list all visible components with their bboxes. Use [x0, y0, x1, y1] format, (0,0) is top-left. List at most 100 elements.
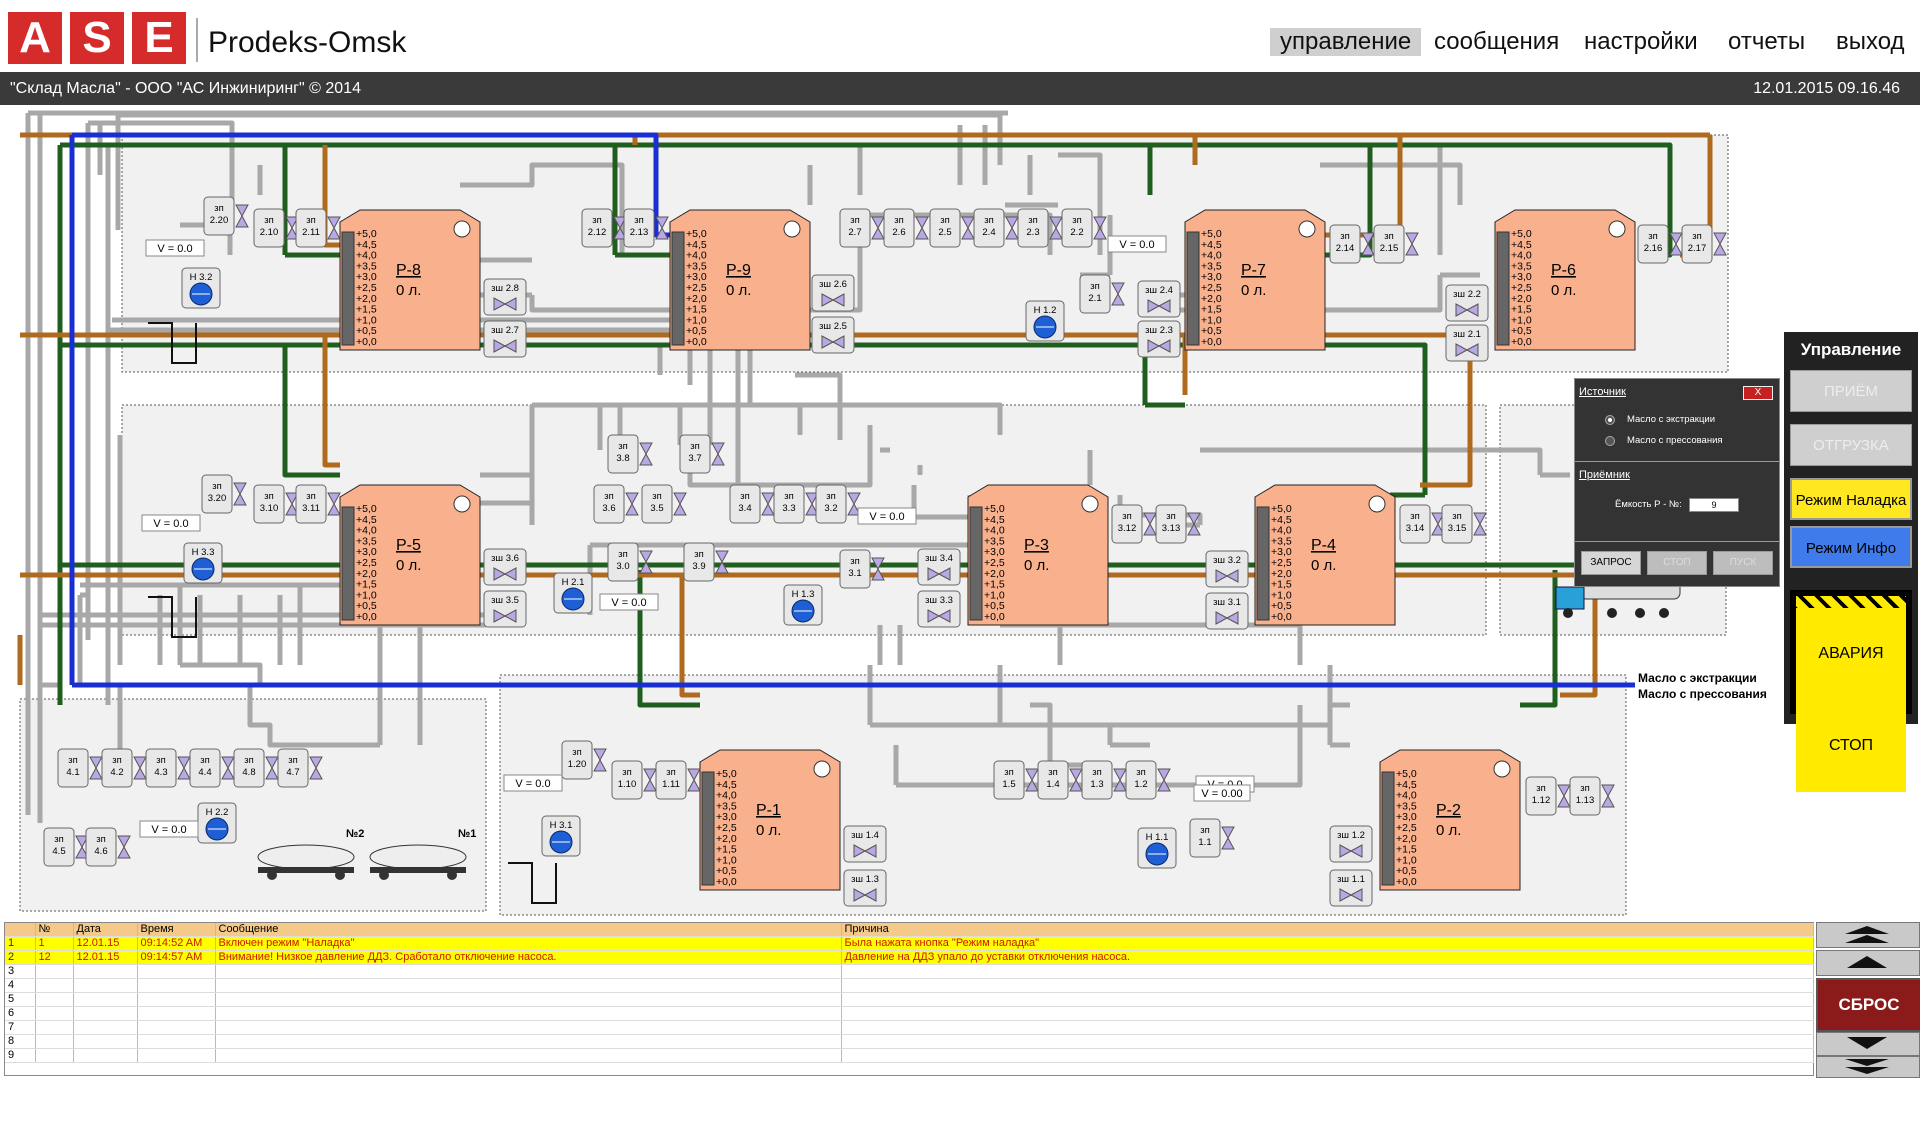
nav-reports[interactable]: отчеты	[1718, 28, 1815, 56]
cell-id	[35, 1020, 74, 1035]
scroll-top-button[interactable]	[1816, 922, 1920, 948]
control-title: Управление	[1800, 340, 1902, 359]
receive-button[interactable]: ПРИЁМ	[1790, 370, 1912, 412]
tank-r1[interactable]: +5,0+4,5+4,0+3,5+3,0+2,5+2,0+1,5+1,0+0,5…	[699, 749, 841, 891]
double-down-arrow-icon	[1845, 1059, 1889, 1074]
request-button[interactable]: ЗАПРОС	[1581, 551, 1641, 575]
table-row[interactable]: 1 1 12.01.15 09:14:52 AM Включен режим "Нала…	[5, 936, 1814, 951]
cell-cause	[841, 978, 1814, 993]
tank-level: 0 л.	[1024, 557, 1049, 574]
valve-zsh-1-2[interactable]: зш 1.2	[1329, 825, 1373, 863]
valve-label: зш 2.2	[1453, 289, 1481, 300]
shipment-button[interactable]: ОТГРУЗКА	[1790, 424, 1912, 466]
nav-messages[interactable]: сообщения	[1424, 28, 1569, 56]
valve-zsh-2-8[interactable]: зш 2.8	[483, 278, 527, 316]
tank-r6[interactable]: +5,0+4,5+4,0+3,5+3,0+2,5+2,0+1,5+1,0+0,5…	[1494, 209, 1636, 351]
valve-zsh-1-4[interactable]: зш 1.4	[843, 825, 887, 863]
scroll-down-button[interactable]	[1816, 1032, 1920, 1056]
nav-exit[interactable]: выход	[1826, 28, 1915, 56]
valve-type: зп	[1410, 511, 1420, 522]
valve-zsh-3-3[interactable]: зш 3.3	[917, 590, 961, 628]
source-radio-extraction[interactable]	[1605, 415, 1615, 425]
table-row[interactable]: 7	[5, 1020, 1814, 1035]
scale-mark: +0,0	[356, 336, 377, 348]
valve-type: зп	[826, 491, 836, 502]
valve-label: 4.3	[154, 767, 167, 778]
legend-label: Масло с экстракции	[1638, 671, 1757, 685]
receiver-label: Ёмкость Р - №:	[1615, 499, 1682, 510]
valve-zsh-3-1[interactable]: зш 3.1	[1205, 592, 1249, 630]
nav-control[interactable]: управление	[1270, 28, 1422, 56]
valve-type: зп	[666, 767, 676, 778]
valve-type: зп	[1580, 783, 1590, 794]
tank-r4[interactable]: +5,0+4,5+4,0+3,5+3,0+2,5+2,0+1,5+1,0+0,5…	[1254, 484, 1396, 626]
reset-button[interactable]: СБРОС	[1816, 978, 1920, 1032]
pump-Н1-3[interactable]: Н 1.3	[783, 584, 823, 626]
valve-zsh-3-5[interactable]: зш 3.5	[483, 590, 527, 628]
valve-type: зп	[634, 215, 644, 226]
valve-zsh-3-4[interactable]: зш 3.4	[917, 548, 961, 586]
valve-label: 2.5	[938, 227, 951, 238]
valve-zsh-3-6[interactable]: зш 3.6	[483, 548, 527, 586]
table-row[interactable]: 3	[5, 964, 1814, 979]
valve-type: зп	[1072, 215, 1082, 226]
status-lamp-icon	[783, 220, 801, 238]
valve-zsh-2-1[interactable]: зш 2.1	[1445, 324, 1489, 362]
double-up-arrow-icon	[1845, 926, 1889, 943]
pump-Н3-3[interactable]: Н 3.3	[183, 542, 223, 584]
valve-zsh-2-3[interactable]: зш 2.3	[1137, 320, 1181, 358]
valve-zsh-3-2[interactable]: зш 3.2	[1205, 550, 1249, 588]
scale-mark: +0,0	[1201, 336, 1222, 348]
emergency-stop-button[interactable]: АВАРИЯ СТОП	[1790, 590, 1912, 792]
table-row[interactable]: 5	[5, 992, 1814, 1007]
valve-label: 2.17	[1688, 243, 1707, 254]
table-row[interactable]: 8	[5, 1034, 1814, 1049]
pump-Н1-1[interactable]: Н 1.1	[1137, 827, 1177, 869]
flow-value: V = 0.0	[151, 824, 186, 836]
valve-zsh-2-7[interactable]: зш 2.7	[483, 320, 527, 358]
valve-zsh-1-1[interactable]: зш 1.1	[1329, 869, 1373, 907]
tank-r2[interactable]: +5,0+4,5+4,0+3,5+3,0+2,5+2,0+1,5+1,0+0,5…	[1379, 749, 1521, 891]
stop-button[interactable]: СТОП	[1647, 551, 1707, 575]
tank-r7[interactable]: +5,0+4,5+4,0+3,5+3,0+2,5+2,0+1,5+1,0+0,5…	[1184, 209, 1326, 351]
table-row[interactable]: 6	[5, 1006, 1814, 1021]
cell-time: 09:14:57 AM	[137, 950, 216, 965]
transfer-dialog: Источник X Масло с экстракции Масло с пр…	[1574, 378, 1780, 587]
setup-mode-button[interactable]: Режим Наладка	[1790, 478, 1912, 520]
info-mode-button[interactable]: Режим Инфо	[1790, 526, 1912, 568]
cell-id: 12	[35, 950, 74, 965]
valve-zsh-2-5[interactable]: зш 2.5	[811, 316, 855, 354]
valve-zsh-2-2[interactable]: зш 2.2	[1445, 284, 1489, 322]
valve-label: 1.5	[1002, 779, 1015, 790]
close-button[interactable]: X	[1743, 386, 1773, 400]
valve-zsh-2-6[interactable]: зш 2.6	[811, 274, 855, 312]
pump-Н2-2[interactable]: Н 2.2	[197, 802, 237, 844]
valve-label: зш 3.2	[1213, 555, 1241, 566]
table-row[interactable]: 4	[5, 978, 1814, 993]
valve-label: 3.8	[616, 453, 629, 464]
flow-readout: V = 0.0	[503, 774, 563, 792]
level-bar	[1381, 771, 1395, 886]
nav-settings[interactable]: настройки	[1574, 28, 1708, 56]
scroll-up-button[interactable]	[1816, 950, 1920, 976]
valve-zsh-1-3[interactable]: зш 1.3	[843, 869, 887, 907]
pump-Н1-2[interactable]: Н 1.2	[1025, 300, 1065, 342]
tank-r5[interactable]: +5,0+4,5+4,0+3,5+3,0+2,5+2,0+1,5+1,0+0,5…	[339, 484, 481, 626]
tank-r3[interactable]: +5,0+4,5+4,0+3,5+3,0+2,5+2,0+1,5+1,0+0,5…	[967, 484, 1109, 626]
tank-level: 0 л.	[1311, 557, 1336, 574]
pump-Н3-2[interactable]: Н 3.2	[181, 267, 221, 309]
tank-r8[interactable]: +5,0+4,5+4,0+3,5+3,0+2,5+2,0+1,5+1,0+0,5…	[339, 209, 481, 351]
start-button[interactable]: ПУСК	[1713, 551, 1773, 575]
scroll-bottom-button[interactable]	[1816, 1056, 1920, 1078]
valve-label: 1.12	[1532, 795, 1551, 806]
pump-Н2-1[interactable]: Н 2.1	[553, 572, 593, 614]
table-row[interactable]: 9	[5, 1048, 1814, 1063]
source-radio-pressing[interactable]	[1605, 436, 1615, 446]
table-row[interactable]: 2 12 12.01.15 09:14:57 AM Внимание! Низкое д…	[5, 950, 1814, 965]
tank-r9[interactable]: +5,0+4,5+4,0+3,5+3,0+2,5+2,0+1,5+1,0+0,5…	[669, 209, 811, 351]
receiver-input[interactable]	[1689, 498, 1739, 512]
valve-zsh-2-4[interactable]: зш 2.4	[1137, 280, 1181, 318]
tank-level: 0 л.	[756, 822, 781, 839]
railcar-icon	[369, 844, 467, 870]
pump-Н3-1[interactable]: Н 3.1	[541, 815, 581, 857]
